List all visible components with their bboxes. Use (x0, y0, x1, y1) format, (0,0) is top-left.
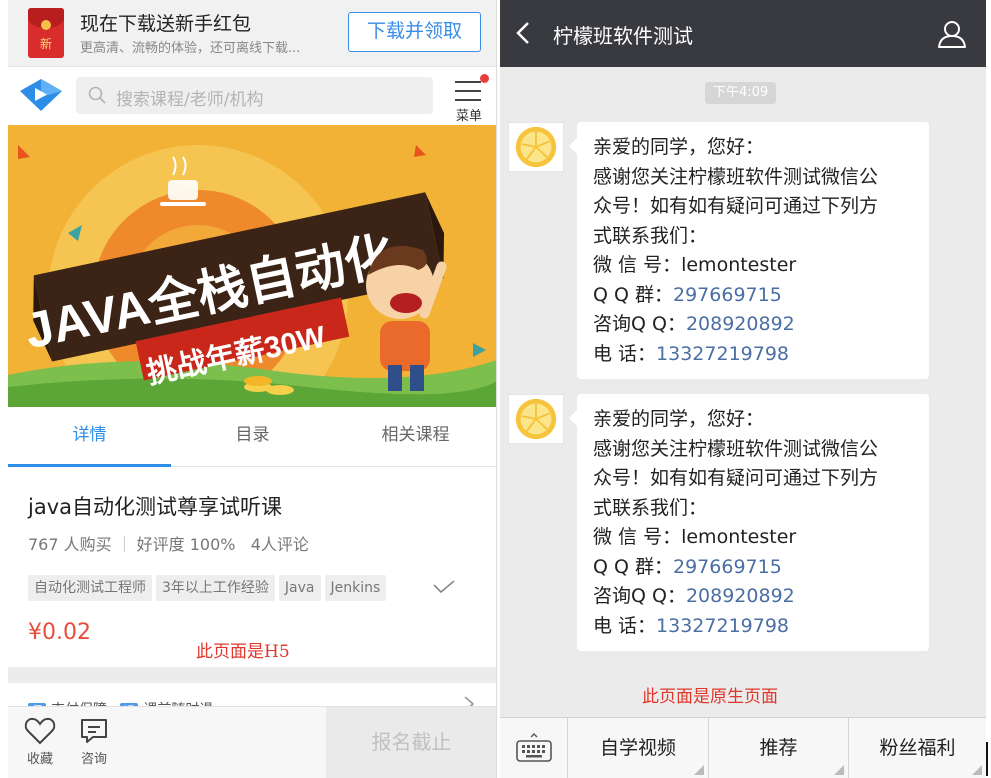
tag: Java (278, 575, 321, 601)
course-stats: 767 人购买 好评度 100% 4人评论 (28, 531, 309, 555)
buyers-count: 767 人购买 (28, 535, 112, 554)
wechat-menu-bar: 自学视频 推荐 粉丝福利 (500, 717, 986, 778)
menu-item-recommend[interactable]: 推荐 (709, 718, 849, 778)
notification-dot (480, 74, 489, 83)
app-logo-icon[interactable] (20, 79, 62, 111)
course-title: java自动化测试尊享试听课 (28, 495, 282, 519)
qq-group-link[interactable]: 297669715 (673, 284, 782, 306)
course-banner-image[interactable]: JAVA全栈自动化 挑战年薪30W (8, 125, 496, 407)
h5-annotation: 此页面是H5 (196, 642, 290, 662)
qq-group-label: Q Q 群： (593, 555, 673, 578)
expand-tags-icon[interactable] (430, 579, 456, 597)
wechat-id: lemontester (681, 254, 797, 276)
search-bar: 搜索课程/老师/机构 菜单 (8, 67, 496, 125)
message-text: 众号！如有如有疑问可通过下列方 (593, 195, 879, 217)
native-page: 柠檬班软件测试 下午4:09 亲爱的同学，您好： 感谢您关注柠檬班软件测试微信公… (500, 0, 986, 778)
tab-details[interactable]: 详情 (8, 407, 171, 467)
h5-page: 新 现在下载送新手红包 更高清、流畅的体验，还可离线下载... 下载并领取 搜索… (8, 0, 497, 778)
menu-label: 自学视频 (599, 737, 676, 759)
download-claim-button[interactable]: 下载并领取 (348, 12, 481, 52)
menu-item-self-study-videos[interactable]: 自学视频 (568, 718, 709, 778)
message-text: 式联系我们： (593, 496, 708, 519)
review-count[interactable]: 4人评论 (251, 535, 309, 554)
lemon-avatar-icon[interactable] (508, 122, 564, 172)
menu-label: 菜单 (455, 109, 482, 124)
wechat-header: 柠檬班软件测试 (500, 0, 986, 67)
banner-subtitle: 更高清、流畅的体验，还可离线下载... (80, 41, 301, 56)
course-price: ¥0.02 (28, 620, 91, 645)
search-input[interactable]: 搜索课程/老师/机构 (76, 77, 433, 114)
consult-label: 咨询 (80, 752, 107, 767)
tag: Jenkins (324, 575, 387, 601)
wechat-id: lemontester (681, 526, 797, 548)
message-greeting: 亲爱的同学，您好： (593, 408, 765, 430)
wechat-id-label: 微 信 号： (593, 526, 682, 548)
favorite-button[interactable]: 收藏 (18, 713, 62, 773)
message-text: 感谢您关注柠檬班软件测试微信公 (593, 437, 879, 460)
message-timestamp: 下午4:09 (705, 82, 777, 104)
favorite-label: 收藏 (26, 752, 53, 767)
banner-title: 现在下载送新手红包 (80, 13, 252, 35)
profile-icon[interactable] (936, 18, 968, 50)
search-icon (88, 86, 106, 104)
text-cursor (986, 742, 988, 776)
wechat-id-label: 微 信 号： (593, 254, 682, 276)
enroll-button[interactable]: 报名截止 (326, 707, 496, 778)
keyboard-icon (516, 733, 552, 762)
chat-icon (81, 719, 107, 743)
keyboard-toggle-button[interactable] (500, 718, 568, 778)
menu-item-fan-benefits[interactable]: 粉丝福利 (849, 718, 986, 778)
phone-label: 电 话： (593, 614, 657, 637)
tab-catalog[interactable]: 目录 (171, 407, 334, 467)
phone-label: 电 话： (593, 342, 657, 365)
menu-label: 推荐 (759, 737, 798, 759)
banner-illustration: JAVA全栈自动化 挑战年薪30W (8, 125, 496, 407)
search-placeholder: 搜索课程/老师/机构 (116, 90, 264, 110)
bottom-action-bar: 收藏 咨询 报名截止 (8, 706, 496, 778)
course-info: java自动化测试尊享试听课 767 人购买 好评度 100% 4人评论 自动化测… (8, 467, 496, 667)
menu-label: 粉丝福利 (879, 737, 956, 759)
phone-link[interactable]: 13327219798 (656, 343, 789, 365)
consult-qq-link[interactable]: 208920892 (686, 313, 795, 335)
section-gap (8, 667, 496, 683)
chat-title: 柠檬班软件测试 (553, 24, 693, 48)
heart-icon (24, 717, 56, 745)
tag: 3年以上工作经验 (156, 575, 275, 601)
lemon-avatar-icon[interactable] (508, 394, 564, 444)
menu-button[interactable]: 菜单 (448, 73, 490, 124)
message-text: 众号！如有如有疑问可通过下列方 (593, 467, 879, 489)
consult-qq-link[interactable]: 208920892 (686, 585, 795, 607)
consult-qq-label: 咨询Q Q： (593, 313, 686, 335)
consult-qq-label: 咨询Q Q： (593, 585, 686, 607)
back-arrow-icon[interactable] (514, 20, 532, 46)
message-bubble: 亲爱的同学，您好： 感谢您关注柠檬班软件测试微信公 众号！如有如有疑问可通过下列… (569, 122, 929, 379)
tag: 自动化测试工程师 (28, 575, 152, 601)
rating: 好评度 100% (136, 535, 236, 554)
course-tabs: 详情 目录 相关课程 (8, 407, 496, 467)
phone-link[interactable]: 13327219798 (656, 615, 789, 637)
menu-icon (455, 81, 481, 101)
tab-related-courses[interactable]: 相关课程 (334, 407, 496, 467)
message-greeting: 亲爱的同学，您好： (593, 136, 765, 158)
native-annotation: 此页面是原生页面 (642, 687, 778, 707)
red-envelope-icon: 新 (28, 8, 64, 58)
qq-group-label: Q Q 群： (593, 283, 673, 306)
message-text: 式联系我们： (593, 224, 708, 247)
course-tags: 自动化测试工程师 3年以上工作经验 Java Jenkins (28, 575, 468, 603)
consult-button[interactable]: 咨询 (72, 713, 116, 773)
message-text: 感谢您关注柠檬班软件测试微信公 (593, 165, 879, 188)
message-bubble: 亲爱的同学，您好： 感谢您关注柠檬班软件测试微信公 众号！如有如有疑问可通过下列… (569, 394, 929, 651)
download-banner: 新 现在下载送新手红包 更高清、流畅的体验，还可离线下载... 下载并领取 (8, 0, 496, 67)
qq-group-link[interactable]: 297669715 (673, 556, 782, 578)
